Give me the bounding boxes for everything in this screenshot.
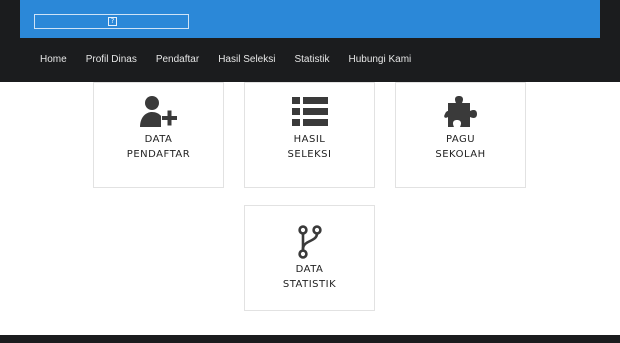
- card-data-pendaftar[interactable]: DATA PENDAFTAR: [93, 82, 224, 188]
- nav-home[interactable]: Home: [40, 53, 67, 67]
- card-label-line1: PAGU: [445, 134, 476, 145]
- top-navbar: ? Home Profil Dinas Pendaftar Hasil Sele…: [0, 0, 620, 82]
- broken-image-icon: ?: [108, 17, 117, 26]
- main-nav: Home Profil Dinas Pendaftar Hasil Seleks…: [40, 53, 430, 67]
- card-label-line2: SELEKSI: [287, 149, 332, 160]
- nav-profil-dinas[interactable]: Profil Dinas: [86, 53, 137, 67]
- nav-statistik[interactable]: Statistik: [294, 53, 329, 67]
- card-label-line2: PENDAFTAR: [126, 149, 191, 160]
- card-label-line1: HASIL: [293, 134, 326, 145]
- nav-hasil-seleksi[interactable]: Hasil Seleksi: [218, 53, 275, 67]
- card-data-statistik[interactable]: DATA STATISTIK: [244, 205, 375, 311]
- branch-icon: [297, 225, 322, 259]
- card-hasil-seleksi[interactable]: HASIL SELEKSI: [244, 82, 375, 188]
- card-label-line2: STATISTIK: [282, 279, 337, 290]
- card-label-line1: DATA: [295, 264, 324, 275]
- nav-pendaftar[interactable]: Pendaftar: [156, 53, 199, 67]
- card-label-line1: DATA: [144, 134, 173, 145]
- puzzle-icon: [443, 96, 477, 127]
- list-icon: [291, 97, 328, 126]
- footer-bar: [0, 335, 620, 343]
- nav-hubungi-kami[interactable]: Hubungi Kami: [348, 53, 411, 67]
- user-plus-icon: [139, 96, 177, 127]
- site-logo[interactable]: ?: [34, 14, 189, 29]
- card-label-line2: SEKOLAH: [435, 149, 486, 160]
- card-pagu-sekolah[interactable]: PAGU SEKOLAH: [395, 82, 526, 188]
